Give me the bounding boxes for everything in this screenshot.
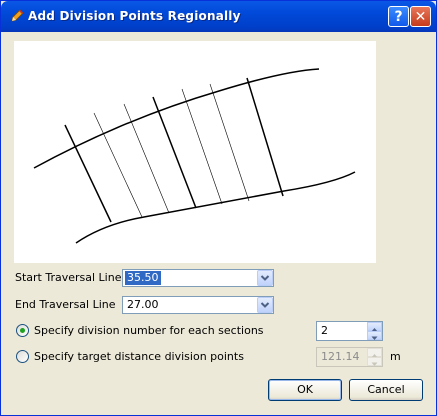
spin-down-button[interactable] (367, 357, 382, 366)
close-icon: ✕ (414, 8, 427, 25)
pencil-icon (11, 9, 24, 22)
end-traversal-select[interactable]: 27.00 (122, 296, 274, 314)
close-button[interactable]: ✕ (410, 6, 431, 27)
target-distance-spinner[interactable]: 121.14 (316, 347, 383, 367)
division-preview-diagram (14, 41, 376, 263)
distance-unit-label: m (390, 350, 401, 363)
division-number-value: 2 (321, 324, 328, 337)
spin-down-button[interactable] (367, 331, 382, 340)
help-button[interactable]: ? (388, 6, 409, 27)
title-bar[interactable]: Add Division Points Regionally ? ✕ (1, 1, 436, 32)
start-traversal-dropdown-button[interactable] (257, 270, 273, 286)
target-distance-label[interactable]: Specify target distance division points (34, 350, 244, 363)
end-traversal-value: 27.00 (127, 298, 159, 311)
chevron-down-icon (260, 302, 270, 308)
ok-button[interactable]: OK (268, 379, 342, 401)
arrow-down-icon (371, 362, 378, 366)
end-traversal-dropdown-button[interactable] (257, 297, 273, 313)
dialog-window: Add Division Points Regionally ? ✕ Start… (0, 0, 437, 416)
arrow-down-icon (371, 336, 378, 340)
division-number-spinner[interactable]: 2 (316, 321, 383, 341)
division-number-radio[interactable] (16, 324, 29, 337)
cancel-button[interactable]: Cancel (349, 379, 423, 401)
start-traversal-value: 35.50 (125, 271, 161, 285)
start-traversal-label: Start Traversal Line (15, 271, 122, 284)
window-title: Add Division Points Regionally (28, 9, 241, 23)
help-icon: ? (394, 8, 403, 25)
radio-selected-dot (20, 328, 25, 333)
spin-up-button[interactable] (367, 348, 382, 358)
division-number-label[interactable]: Specify division number for each section… (34, 324, 264, 337)
target-distance-value: 121.14 (321, 350, 360, 363)
dialog-body: Start Traversal Line 35.50 End Traversal… (4, 32, 433, 412)
spin-up-button[interactable] (367, 322, 382, 332)
start-traversal-select[interactable]: 35.50 (122, 269, 274, 287)
end-traversal-label: End Traversal Line (15, 298, 116, 311)
chevron-down-icon (260, 275, 270, 281)
target-distance-radio[interactable] (16, 350, 29, 363)
